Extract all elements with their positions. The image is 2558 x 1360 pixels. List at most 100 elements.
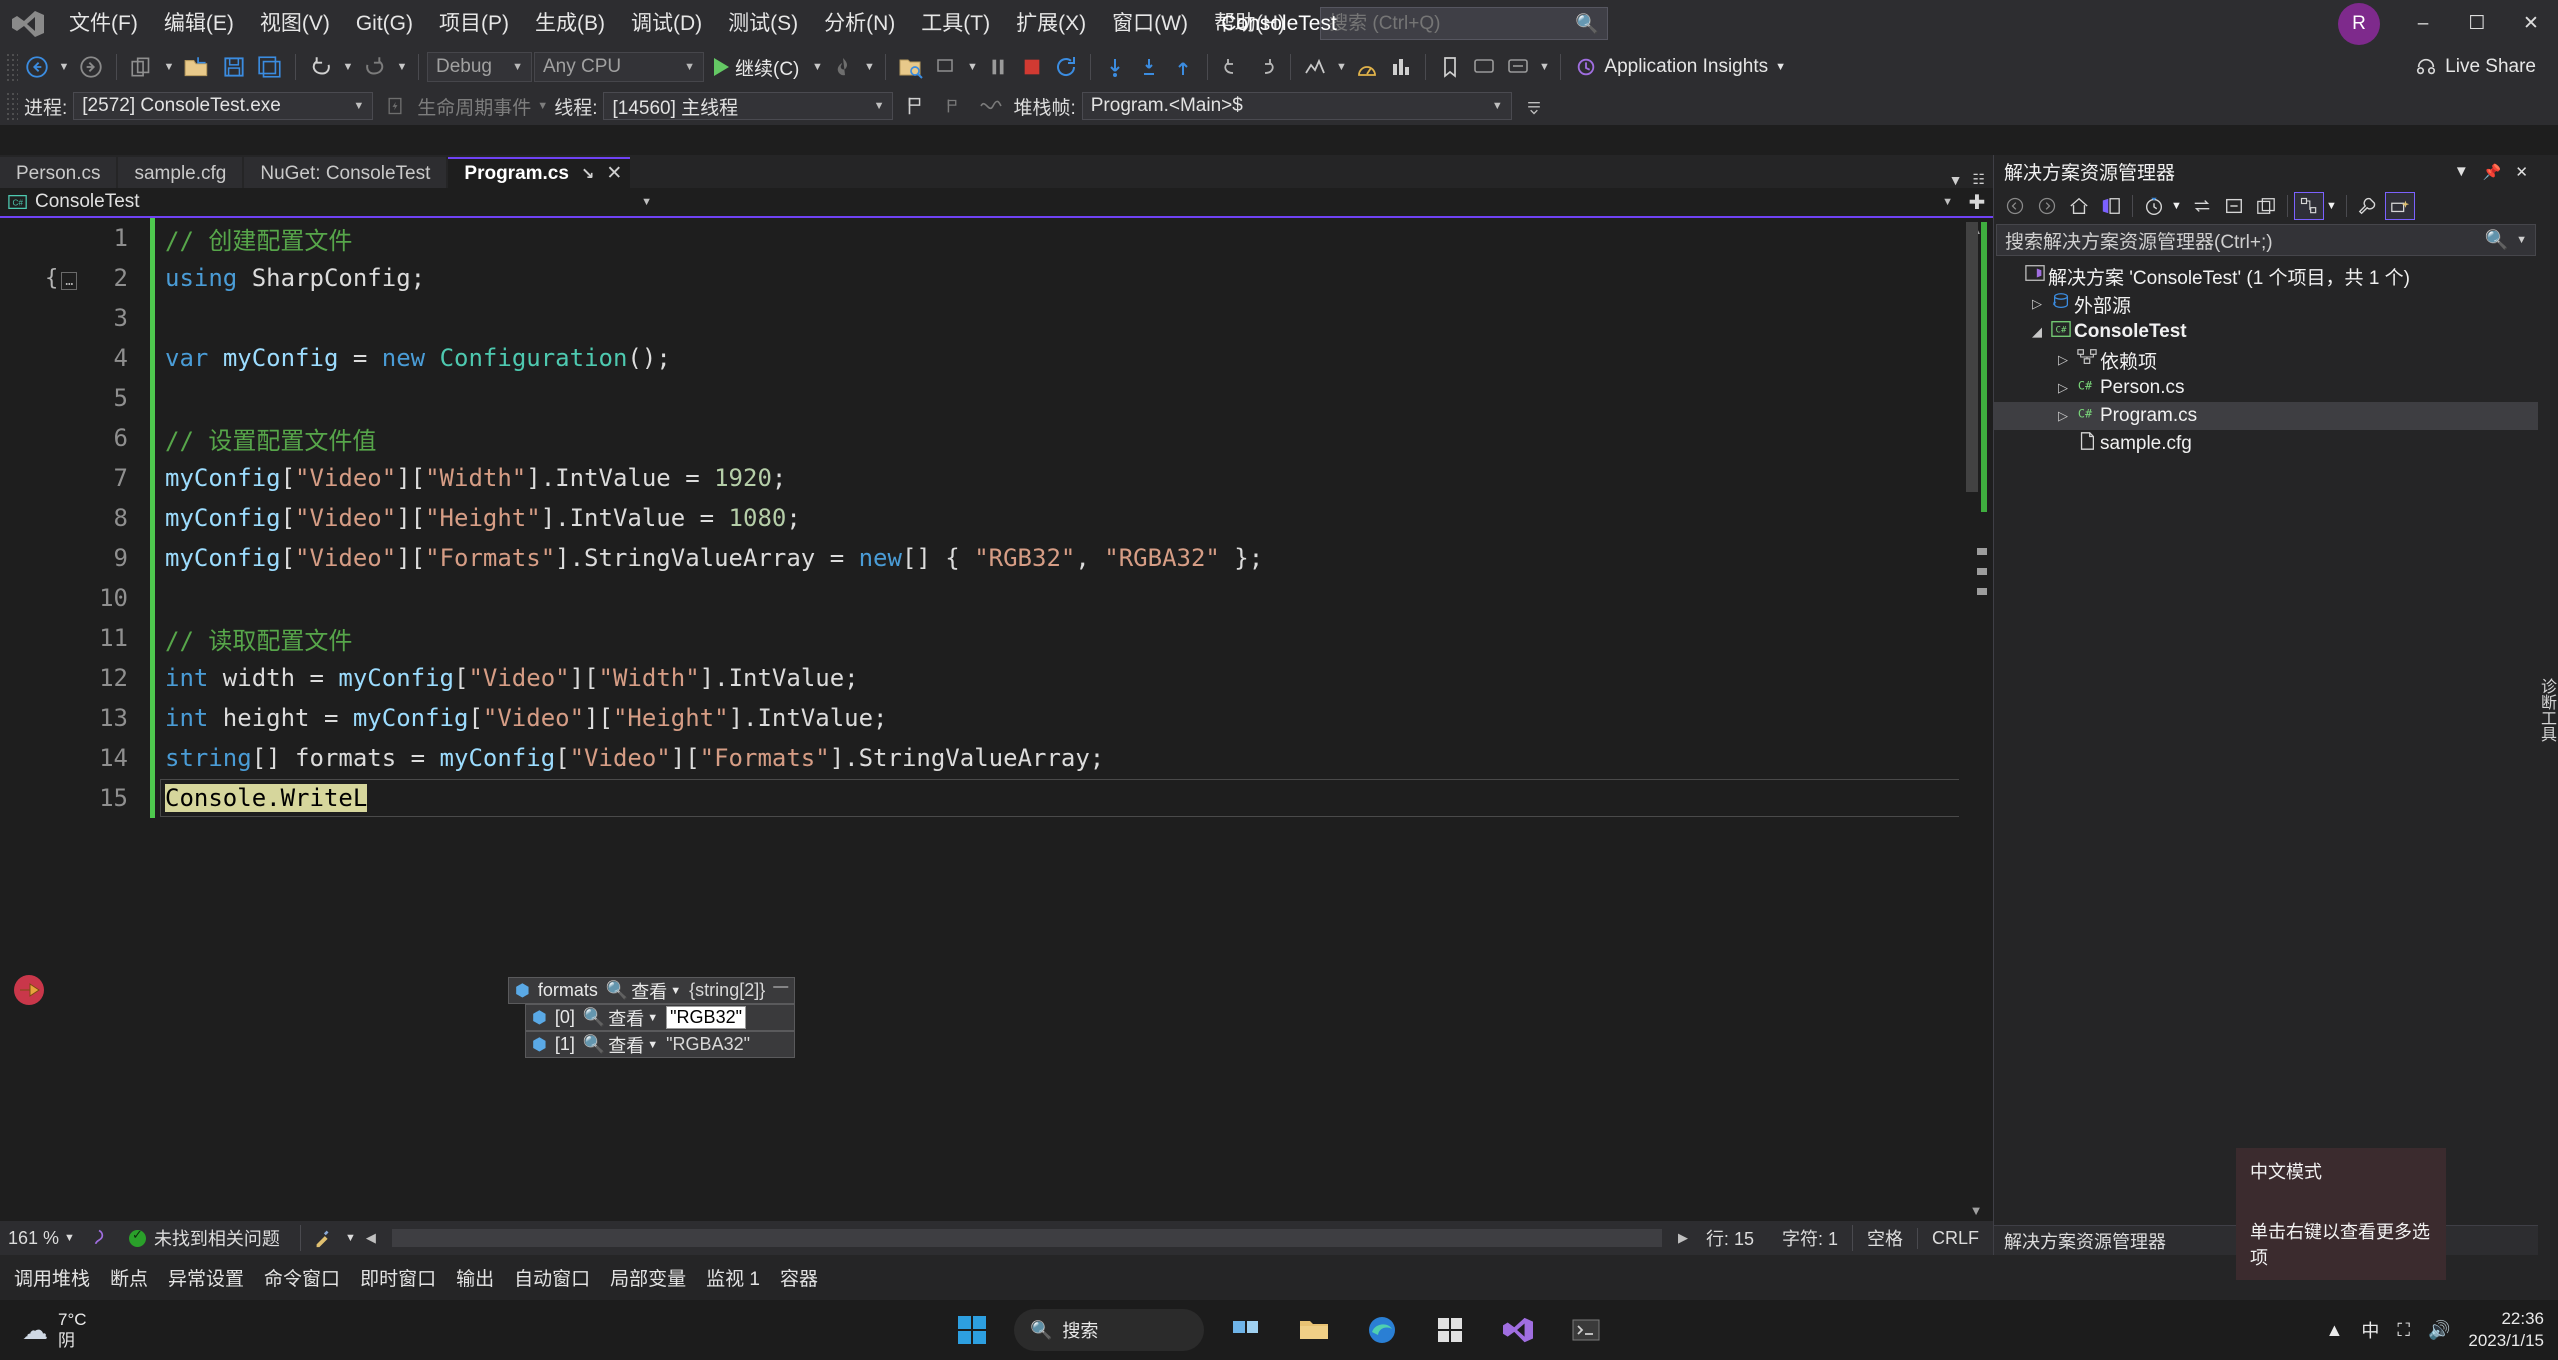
- navigate-forward-icon[interactable]: [74, 51, 108, 83]
- close-tab-icon[interactable]: ✕: [606, 162, 622, 185]
- code-editor-surface[interactable]: {… 1// 创建配置文件 2 using SharpConfig; 3 4 var my…: [0, 218, 1993, 1221]
- pin-panel-icon[interactable]: 📌: [2483, 163, 2502, 181]
- panel-tab-监视-1[interactable]: 监视 1: [696, 1255, 770, 1300]
- tray-overflow-icon[interactable]: ▲: [2326, 1320, 2344, 1341]
- save-all-icon[interactable]: [253, 51, 287, 83]
- panel-tab-断点[interactable]: 断点: [100, 1255, 158, 1300]
- code-line[interactable]: 6 // 设置配置文件值: [0, 418, 1993, 458]
- scroll-left-icon[interactable]: ◀: [362, 1230, 380, 1246]
- code-line[interactable]: 7 myConfig["Video"]["Width"].IntValue = 1…: [0, 458, 1993, 498]
- open-file-icon[interactable]: [179, 51, 215, 83]
- toolbar-grip[interactable]: [6, 53, 18, 81]
- solution-configuration-combo[interactable]: Debug ▼: [427, 52, 532, 82]
- toolbar-overflow-icon[interactable]: [1518, 90, 1550, 122]
- process-combo[interactable]: [2572] ConsoleTest.exe ▼: [73, 92, 374, 120]
- minimize-button[interactable]: –: [2396, 0, 2450, 47]
- continue-button[interactable]: 继续(C): [706, 51, 807, 83]
- close-panel-icon[interactable]: ✕: [2515, 163, 2528, 181]
- undo-2-icon[interactable]: [1216, 51, 1248, 83]
- panel-tab-命令窗口[interactable]: 命令窗口: [254, 1255, 350, 1300]
- scrollbar-thumb[interactable]: [1966, 222, 1978, 492]
- tree-item-consoletest[interactable]: ◢ C# ConsoleTest: [1994, 318, 2538, 346]
- tree-item-person-cs[interactable]: ▷ C# Person.cs: [1994, 374, 2538, 402]
- pin-tab-icon[interactable]: ↘: [581, 164, 594, 184]
- step-into-icon[interactable]: [930, 51, 962, 83]
- panel-tab-即时窗口[interactable]: 即时窗口: [350, 1255, 446, 1300]
- solution-platform-combo[interactable]: Any CPU ▼: [534, 52, 704, 82]
- data-tip-view-button[interactable]: 🔍 查看 ▼: [583, 1005, 658, 1031]
- code-line[interactable]: 5: [0, 378, 1993, 418]
- comment-dropdown-icon[interactable]: ▼: [1536, 61, 1552, 73]
- code-line[interactable]: 8 myConfig["Video"]["Height"].IntValue = …: [0, 498, 1993, 538]
- menu-item-debug[interactable]: 调试(D): [618, 0, 715, 47]
- code-line[interactable]: 11 // 读取配置文件: [0, 618, 1993, 658]
- panel-tab-自动窗口[interactable]: 自动窗口: [504, 1255, 600, 1300]
- menu-item-help[interactable]: 帮助(H): [1201, 0, 1298, 47]
- tab-person-cs[interactable]: Person.cs: [0, 157, 117, 188]
- collapse-all-icon[interactable]: [2219, 192, 2249, 220]
- problems-indicator[interactable]: 未找到相关问题: [115, 1225, 294, 1251]
- tab-nuget-consoletest[interactable]: NuGet: ConsoleTest: [244, 157, 447, 188]
- navbar-scope-combo[interactable]: C# ConsoleTest ▼: [0, 188, 660, 216]
- thread-combo[interactable]: [14560] 主线程 ▼: [603, 92, 894, 120]
- comment-icon[interactable]: [1468, 51, 1500, 83]
- code-line[interactable]: 14 string[] formats = myConfig["Video"]["…: [0, 738, 1993, 778]
- forward-icon[interactable]: [2032, 192, 2062, 220]
- new-project-dropdown-icon[interactable]: ▼: [161, 61, 177, 73]
- sync-with-active-document-icon[interactable]: [2187, 192, 2217, 220]
- bookmark-icon[interactable]: [1434, 51, 1466, 83]
- properties-icon[interactable]: [2353, 192, 2383, 220]
- battery-icon[interactable]: ⛶: [2397, 1320, 2410, 1341]
- solution-tree[interactable]: 解决方案 'ConsoleTest' (1 个项目，共 1 个) ▷ 外部源 ◢ C# C…: [1994, 256, 2538, 1225]
- editor-horizontal-scrollbar[interactable]: [391, 1229, 1662, 1247]
- panel-tab-输出[interactable]: 输出: [446, 1255, 504, 1300]
- undo-icon[interactable]: [304, 51, 338, 83]
- microsoft-store-button[interactable]: [1424, 1306, 1476, 1354]
- redo-icon[interactable]: [358, 51, 392, 83]
- stack-frame-combo[interactable]: Program.<Main>$ ▼: [1081, 92, 1512, 120]
- account-avatar[interactable]: R: [2338, 2, 2380, 45]
- menu-item-build[interactable]: 生成(B): [522, 0, 618, 47]
- split-view-icon[interactable]: ☷: [1972, 171, 1985, 188]
- tab-list-dropdown-icon[interactable]: ▼: [1949, 172, 1963, 188]
- scroll-right-icon[interactable]: ▶: [1674, 1230, 1692, 1246]
- continue-dropdown-icon[interactable]: ▼: [809, 61, 825, 73]
- pending-changes-icon[interactable]: [2139, 192, 2169, 220]
- tab-sample-cfg[interactable]: sample.cfg: [118, 157, 243, 188]
- tree-item-sample-cfg[interactable]: sample.cfg: [1994, 430, 2538, 458]
- code-line[interactable]: 12 int width = myConfig["Video"]["Width"]…: [0, 658, 1993, 698]
- task-view-button[interactable]: [1220, 1306, 1272, 1354]
- tree-item-program-cs[interactable]: ▷ C# Program.cs: [1994, 402, 2538, 430]
- redo-2-icon[interactable]: [1250, 51, 1282, 83]
- maximize-button[interactable]: ☐: [2450, 0, 2504, 47]
- flag-only-icon[interactable]: [937, 90, 969, 122]
- navigate-backward-dropdown-icon[interactable]: ▼: [56, 61, 72, 73]
- live-share-button[interactable]: Live Share: [2415, 56, 2536, 78]
- scroll-down-icon[interactable]: ▼: [1959, 1199, 1993, 1221]
- menu-item-edit[interactable]: 编辑(E): [151, 0, 247, 47]
- data-tip-view-button[interactable]: 🔍 查看 ▼: [606, 978, 681, 1004]
- panel-tab-调用堆栈[interactable]: 调用堆栈: [4, 1255, 100, 1300]
- zoom-control[interactable]: 161 % ▼: [0, 1228, 83, 1249]
- code-line[interactable]: 2 using SharpConfig;: [0, 258, 1993, 298]
- terminal-button[interactable]: [1560, 1306, 1612, 1354]
- switch-views-icon[interactable]: [2096, 192, 2126, 220]
- restart-icon[interactable]: [1050, 51, 1082, 83]
- collapsed-chevron-icon[interactable]: ▷: [2052, 408, 2074, 424]
- lifecycle-events-icon[interactable]: [379, 90, 411, 122]
- ime-language-indicator[interactable]: 中: [2361, 1317, 2379, 1343]
- start-button[interactable]: [946, 1306, 998, 1354]
- menu-item-view[interactable]: 视图(V): [247, 0, 343, 47]
- add-split-icon[interactable]: ✚: [1961, 190, 1993, 215]
- diagnostic-tools-side-tab[interactable]: 诊断工具: [2538, 155, 2558, 1255]
- data-tip-item-row[interactable]: ⬢ [0] 🔍 查看 ▼ "RGB32": [525, 1004, 796, 1031]
- debug-toolbar-grip[interactable]: [6, 92, 18, 120]
- diagnostics-icon[interactable]: [1299, 51, 1331, 83]
- collapsed-chevron-icon[interactable]: ▷: [2026, 296, 2048, 312]
- uncomment-icon[interactable]: [1502, 51, 1534, 83]
- file-explorer-button[interactable]: [1288, 1306, 1340, 1354]
- show-all-files-icon[interactable]: [2251, 192, 2281, 220]
- code-cleanup-icon[interactable]: [307, 1222, 339, 1254]
- edge-button[interactable]: [1356, 1306, 1408, 1354]
- close-button[interactable]: ✕: [2504, 0, 2558, 47]
